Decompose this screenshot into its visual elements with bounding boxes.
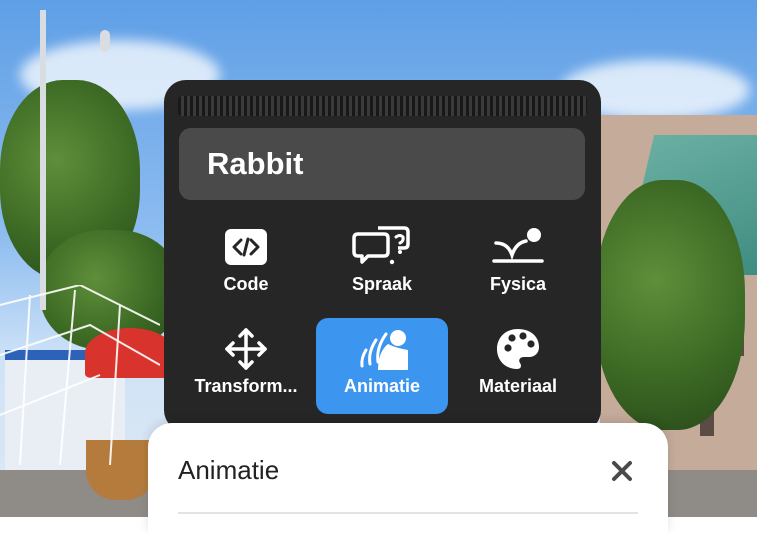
object-name: Rabbit <box>207 146 304 181</box>
ar-wireframe-grid <box>0 285 160 465</box>
tool-physics-button[interactable]: Fysica <box>452 216 584 312</box>
tool-transform-label: Transform... <box>194 376 298 396</box>
tool-material-button[interactable]: Materiaal <box>452 318 584 414</box>
speech-bubbles-icon <box>316 222 448 272</box>
street-lamp <box>100 30 110 52</box>
tool-animation-button[interactable]: Animatie <box>316 318 448 414</box>
tree <box>595 180 745 430</box>
object-name-field[interactable]: Rabbit <box>179 128 585 200</box>
close-button[interactable] <box>604 453 640 489</box>
tool-code-button[interactable]: Code <box>180 216 312 312</box>
animation-icon <box>316 324 448 374</box>
tool-animation-label: Animatie <box>343 376 421 396</box>
move-arrows-icon <box>180 324 312 374</box>
tool-physics-label: Fysica <box>489 274 547 294</box>
palette-icon <box>452 324 584 374</box>
code-icon <box>180 222 312 272</box>
divider <box>178 512 638 514</box>
object-menu-panel: Rabbit Code Spraak Fysica Transform... A… <box>164 80 601 432</box>
drag-handle[interactable] <box>178 96 587 116</box>
physics-icon <box>452 222 584 272</box>
sheet-title: Animatie <box>178 455 280 485</box>
tool-transform-button[interactable]: Transform... <box>180 318 312 414</box>
lamppost <box>40 10 46 310</box>
tool-speech-button[interactable]: Spraak <box>316 216 448 312</box>
tool-code-label: Code <box>223 274 269 294</box>
close-icon <box>612 461 632 481</box>
tool-material-label: Materiaal <box>478 376 558 396</box>
tool-speech-label: Spraak <box>351 274 413 294</box>
